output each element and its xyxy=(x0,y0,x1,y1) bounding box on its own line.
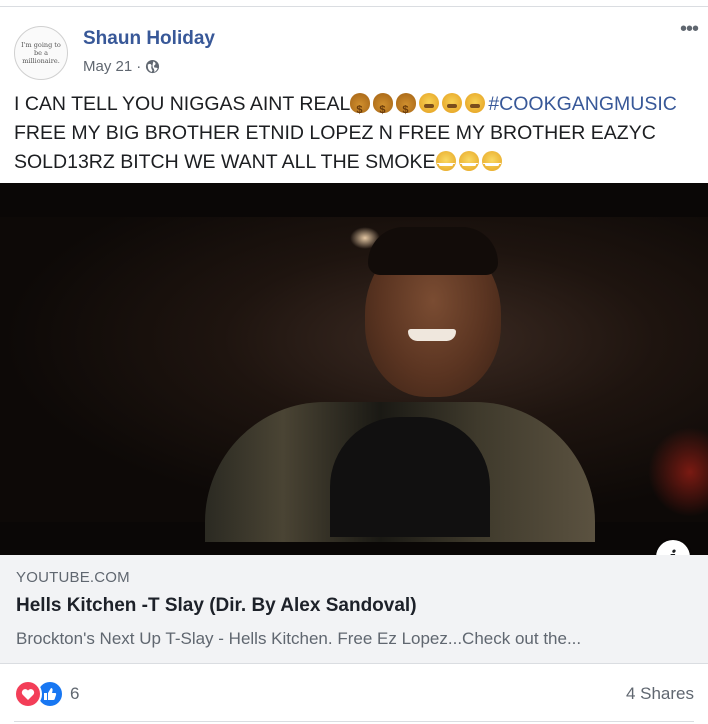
post-meta: May 21 · xyxy=(83,58,160,75)
post-text-line1: I CAN TELL YOU NIGGAS AINT REAL xyxy=(14,93,351,115)
person-shirt xyxy=(330,417,490,537)
steam-face-emoji xyxy=(481,151,502,171)
background-red-light xyxy=(648,427,708,517)
person-hair xyxy=(368,227,498,275)
link-domain: YOUTUBE.COM xyxy=(16,569,130,586)
avatar[interactable]: I'm going to be a millionaire. xyxy=(14,26,68,80)
more-options-icon[interactable]: ••• xyxy=(680,18,699,41)
post-footer: 6 4 Shares xyxy=(0,664,708,724)
nauseated-face-emoji xyxy=(419,93,440,113)
video-thumbnail[interactable] xyxy=(0,183,708,555)
love-icon xyxy=(14,680,42,708)
steam-face-emoji xyxy=(458,151,479,171)
person-smile xyxy=(408,329,456,341)
link-preview[interactable]: YOUTUBE.COM Hells Kitchen -T Slay (Dir. … xyxy=(0,555,708,664)
post-date[interactable]: May 21 xyxy=(83,58,132,75)
nauseated-face-emoji xyxy=(465,93,486,113)
link-description: Brockton's Next Up T-Slay - Hells Kitche… xyxy=(16,629,582,648)
shares-count[interactable]: 4 Shares xyxy=(626,684,694,704)
post-text: I CAN TELL YOU NIGGAS AINT REAL #COOKGANG… xyxy=(14,90,700,177)
globe-icon xyxy=(146,59,160,74)
meta-separator: · xyxy=(136,58,142,75)
money-bag-emoji xyxy=(350,93,371,125)
nauseated-face-emoji xyxy=(442,93,463,113)
video-frame xyxy=(0,217,708,542)
avatar-text: I'm going to be a millionaire. xyxy=(21,41,61,65)
link-title[interactable]: Hells Kitchen -T Slay (Dir. By Alex Sand… xyxy=(16,595,417,617)
steam-face-emoji xyxy=(435,151,456,171)
reactions-summary[interactable]: 6 xyxy=(14,680,79,708)
money-bag-emoji xyxy=(396,93,417,125)
reaction-count: 6 xyxy=(70,684,80,703)
hashtag-link[interactable]: #COOKGANGMUSIC xyxy=(488,93,677,115)
money-bag-emoji xyxy=(373,93,394,125)
post-text-line2: FREE MY BIG BROTHER ETNID LOPEZ N FREE M… xyxy=(14,122,656,173)
top-divider xyxy=(0,6,708,7)
author-name[interactable]: Shaun Holiday xyxy=(83,28,215,50)
footer-divider xyxy=(14,721,694,722)
post-header: I'm going to be a millionaire. Shaun Hol… xyxy=(0,16,708,80)
